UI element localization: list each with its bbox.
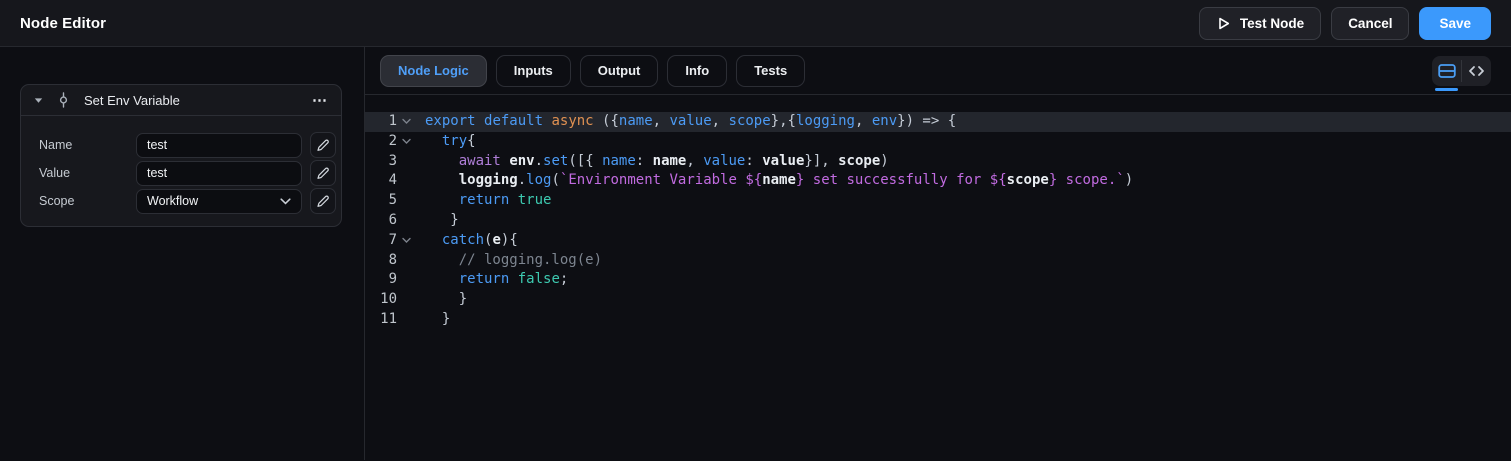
active-view-indicator: [1435, 88, 1458, 91]
topbar-actions: Test Node Cancel Save: [1199, 7, 1491, 40]
tabs-row: Node Logic Inputs OutputInfo Tests: [365, 47, 1511, 95]
main-panel: Node Logic Inputs OutputInfo Tests: [365, 47, 1511, 460]
tab-inputs[interactable]: Inputs: [496, 55, 571, 87]
field-row-value: Value test: [39, 159, 341, 187]
commit-node-icon: [56, 92, 71, 108]
field-value: Workflow: [147, 194, 198, 208]
node-card-title: Set Env Variable: [84, 93, 180, 108]
ellipsis-icon[interactable]: ⋯: [312, 93, 328, 108]
line-number: 7: [365, 231, 397, 251]
view-toggle: [1432, 56, 1491, 86]
code-line-8[interactable]: 8 // logging.log(e): [365, 251, 1511, 271]
code-text: return true: [425, 191, 551, 211]
code-text: export default async ({name, value, scop…: [425, 112, 956, 132]
code-text: }: [425, 310, 450, 330]
test-node-button[interactable]: Test Node: [1199, 7, 1321, 40]
code-text: // logging.log(e): [425, 251, 602, 271]
node-card-header: Set Env Variable ⋯: [21, 85, 341, 116]
fold-chevron-icon[interactable]: [397, 138, 415, 145]
tab-output[interactable]: Output: [580, 55, 659, 87]
topbar: Node Editor Test Node Cancel Save: [0, 0, 1511, 47]
field-row-name: Name test: [39, 131, 341, 159]
node-card-fields: Name test Value test Scope Workflow: [21, 116, 341, 226]
code-line-1[interactable]: 1 export default async ({name, value, sc…: [365, 112, 1511, 132]
code-text: logging.log(`Environment Variable ${name…: [425, 171, 1133, 191]
tab-info[interactable]: Info: [667, 55, 727, 87]
edit-name-button[interactable]: [310, 132, 336, 158]
field-label: Scope: [39, 194, 136, 208]
fold-chevron-icon[interactable]: [397, 237, 415, 244]
line-number: 6: [365, 211, 397, 231]
code-text: try{: [425, 132, 476, 152]
line-number: 2: [365, 132, 397, 152]
code-line-10[interactable]: 10 }: [365, 290, 1511, 310]
edit-scope-button[interactable]: [310, 188, 336, 214]
line-number: 3: [365, 152, 397, 172]
play-icon: [1216, 16, 1231, 31]
page-title: Node Editor: [20, 15, 106, 32]
line-number: 4: [365, 171, 397, 191]
split-view-toggle[interactable]: [1432, 56, 1461, 86]
value-input[interactable]: test: [136, 161, 302, 186]
tab-tests[interactable]: Tests: [736, 55, 805, 87]
tab-node-logic[interactable]: Node Logic: [380, 55, 487, 87]
line-number: 9: [365, 270, 397, 290]
chevron-down-icon: [280, 198, 291, 205]
field-value: test: [147, 138, 167, 152]
code-line-6[interactable]: 6 }: [365, 211, 1511, 231]
split-view-icon: [1438, 63, 1456, 79]
field-label: Value: [39, 166, 136, 180]
pencil-icon: [316, 166, 330, 180]
field-value: test: [147, 166, 167, 180]
test-node-label: Test Node: [1240, 16, 1304, 31]
code-line-11[interactable]: 11 }: [365, 310, 1511, 330]
name-input[interactable]: test: [136, 133, 302, 158]
code-view-toggle[interactable]: [1462, 56, 1491, 86]
save-button[interactable]: Save: [1419, 7, 1491, 40]
code-line-9[interactable]: 9 return false;: [365, 270, 1511, 290]
code-text: await env.set([{ name: name, value: valu…: [425, 152, 889, 172]
field-label: Name: [39, 138, 136, 152]
pencil-icon: [316, 138, 330, 152]
code-line-7[interactable]: 7 catch(e){: [365, 231, 1511, 251]
fold-chevron-icon[interactable]: [397, 118, 415, 125]
code-text: catch(e){: [425, 231, 518, 251]
cancel-button[interactable]: Cancel: [1331, 7, 1409, 40]
code-line-3[interactable]: 3 await env.set([{ name: name, value: va…: [365, 152, 1511, 172]
code-view-icon: [1468, 64, 1485, 78]
line-number: 11: [365, 310, 397, 330]
body: Set Env Variable ⋯ Name test Value test Sc…: [0, 47, 1511, 460]
code-text: return false;: [425, 270, 568, 290]
left-panel: Set Env Variable ⋯ Name test Value test Sc…: [0, 47, 365, 460]
code-editor[interactable]: 1 export default async ({name, value, sc…: [365, 95, 1511, 460]
tab-bar: Node Logic Inputs OutputInfo Tests: [380, 55, 805, 87]
line-number: 8: [365, 251, 397, 271]
node-card: Set Env Variable ⋯ Name test Value test Sc…: [20, 84, 342, 227]
line-number: 1: [365, 112, 397, 132]
field-row-scope: Scope Workflow: [39, 187, 341, 215]
edit-value-button[interactable]: [310, 160, 336, 186]
collapse-chevron-icon[interactable]: [34, 97, 43, 104]
line-number: 10: [365, 290, 397, 310]
line-number: 5: [365, 191, 397, 211]
code-line-5[interactable]: 5 return true: [365, 191, 1511, 211]
pencil-icon: [316, 194, 330, 208]
code-text: }: [425, 290, 467, 310]
code-line-2[interactable]: 2 try{: [365, 132, 1511, 152]
code-line-4[interactable]: 4 logging.log(`Environment Variable ${na…: [365, 171, 1511, 191]
code-text: }: [425, 211, 459, 231]
scope-select[interactable]: Workflow: [136, 189, 302, 214]
